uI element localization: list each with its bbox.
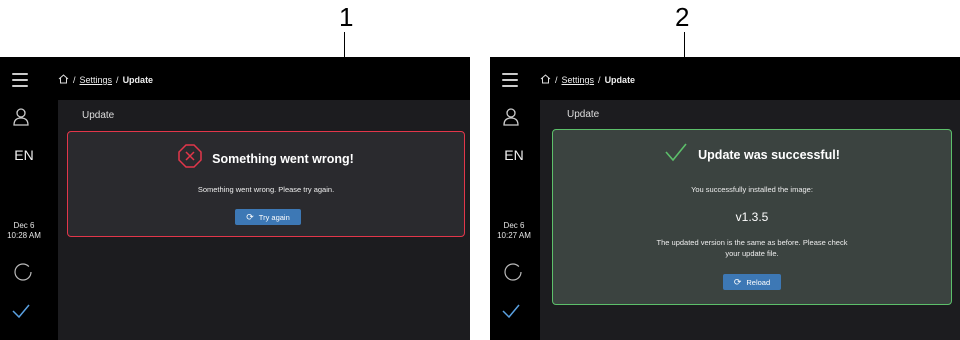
spinner-icon bbox=[13, 262, 33, 287]
refresh-icon: ⟳ bbox=[733, 276, 742, 287]
callout-number-2: 2 bbox=[675, 2, 690, 32]
button-label: Reload bbox=[746, 277, 771, 287]
time-label: 10:27 AM bbox=[497, 231, 531, 240]
menu-icon[interactable] bbox=[502, 73, 518, 91]
breadcrumb-separator: / bbox=[116, 75, 119, 85]
content-area: Update Update was successful! You succes… bbox=[540, 100, 960, 340]
sidebar: EN Dec 6 10:28 AM bbox=[0, 57, 58, 340]
content-area: Update Something went wrong! Something w… bbox=[58, 100, 470, 340]
page-title: Update bbox=[567, 109, 600, 120]
screen-success: EN Dec 6 10:27 AM / Settings / Update Up… bbox=[490, 57, 960, 340]
card-message: Something went wrong. Please try again. bbox=[197, 185, 335, 194]
callout-number-1: 1 bbox=[339, 2, 354, 32]
version-label: v1.3.5 bbox=[735, 210, 769, 224]
date-label: Dec 6 bbox=[13, 221, 35, 230]
error-icon bbox=[178, 144, 202, 173]
refresh-icon: ⟳ bbox=[246, 211, 254, 222]
screen-error: EN Dec 6 10:28 AM / Settings / Update Up… bbox=[0, 57, 470, 340]
breadcrumb-settings-link[interactable]: Settings bbox=[562, 75, 595, 85]
check-icon[interactable] bbox=[501, 303, 521, 324]
card-message: You successfully installed the image: bbox=[691, 185, 813, 194]
card-note-line: The updated version is the same as befor… bbox=[656, 238, 848, 247]
language-selector[interactable]: EN bbox=[8, 147, 40, 163]
time-label: 10:28 AM bbox=[7, 231, 41, 240]
breadcrumb-current: Update bbox=[604, 75, 636, 85]
success-card: Update was successful! You successfully … bbox=[552, 129, 952, 305]
spinner-icon bbox=[503, 262, 523, 287]
language-selector[interactable]: EN bbox=[498, 147, 530, 163]
check-icon[interactable] bbox=[11, 303, 31, 324]
breadcrumb: / Settings / Update bbox=[540, 74, 635, 86]
clock: Dec 6 10:28 AM bbox=[0, 221, 48, 241]
button-label: Try again bbox=[258, 212, 290, 222]
success-check-icon bbox=[664, 142, 688, 167]
user-icon[interactable] bbox=[503, 108, 519, 131]
try-again-button[interactable]: ⟳ Try again bbox=[235, 209, 301, 225]
page-title: Update bbox=[82, 110, 115, 121]
clock: Dec 6 10:27 AM bbox=[490, 221, 538, 241]
menu-icon[interactable] bbox=[12, 73, 28, 91]
card-title: Update was successful! bbox=[698, 147, 840, 162]
home-icon[interactable] bbox=[58, 74, 69, 86]
breadcrumb-settings-link[interactable]: Settings bbox=[80, 75, 113, 85]
card-header: Update was successful! bbox=[553, 142, 951, 167]
user-icon[interactable] bbox=[13, 108, 29, 131]
home-icon[interactable] bbox=[540, 74, 551, 86]
breadcrumb-separator: / bbox=[73, 75, 76, 85]
date-label: Dec 6 bbox=[503, 221, 525, 230]
card-note: The updated version is the same as befor… bbox=[553, 237, 951, 259]
card-note-line: your update file. bbox=[725, 249, 779, 258]
card-header: Something went wrong! bbox=[68, 144, 464, 173]
breadcrumb-current: Update bbox=[122, 75, 154, 85]
card-title: Something went wrong! bbox=[212, 151, 354, 166]
breadcrumb: / Settings / Update bbox=[58, 74, 153, 86]
breadcrumb-separator: / bbox=[598, 75, 601, 85]
error-card: Something went wrong! Something went wro… bbox=[67, 131, 465, 237]
breadcrumb-separator: / bbox=[555, 75, 558, 85]
reload-button[interactable]: ⟳ Reload bbox=[723, 274, 781, 290]
